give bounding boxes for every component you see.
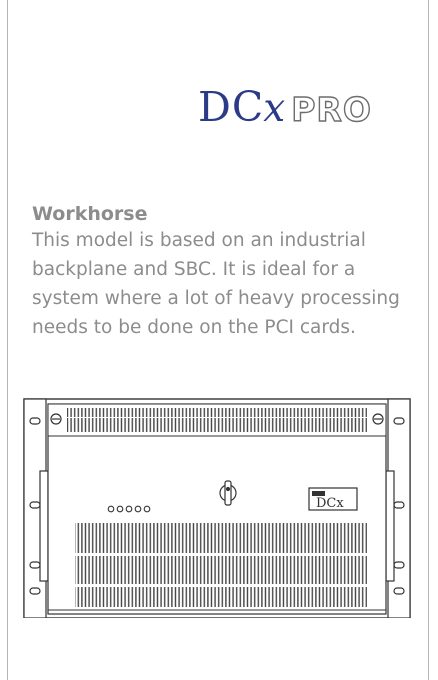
dcx-pro-logo: DC x PRO — [198, 80, 372, 131]
dcx-badge: DCx — [308, 487, 358, 511]
content-panel: DC x PRO Workhorse This model is based o… — [7, 0, 429, 680]
badge-dcx-text: DCx — [316, 496, 344, 511]
product-heading: Workhorse — [32, 203, 148, 225]
rackmount-chassis-image: DCx — [23, 398, 411, 618]
logo-dc-text: DC — [198, 83, 265, 131]
logo-pro-text: PRO — [291, 90, 372, 129]
product-description: This model is based on an industrial bac… — [32, 230, 400, 338]
logo-x-text: x — [263, 86, 286, 131]
